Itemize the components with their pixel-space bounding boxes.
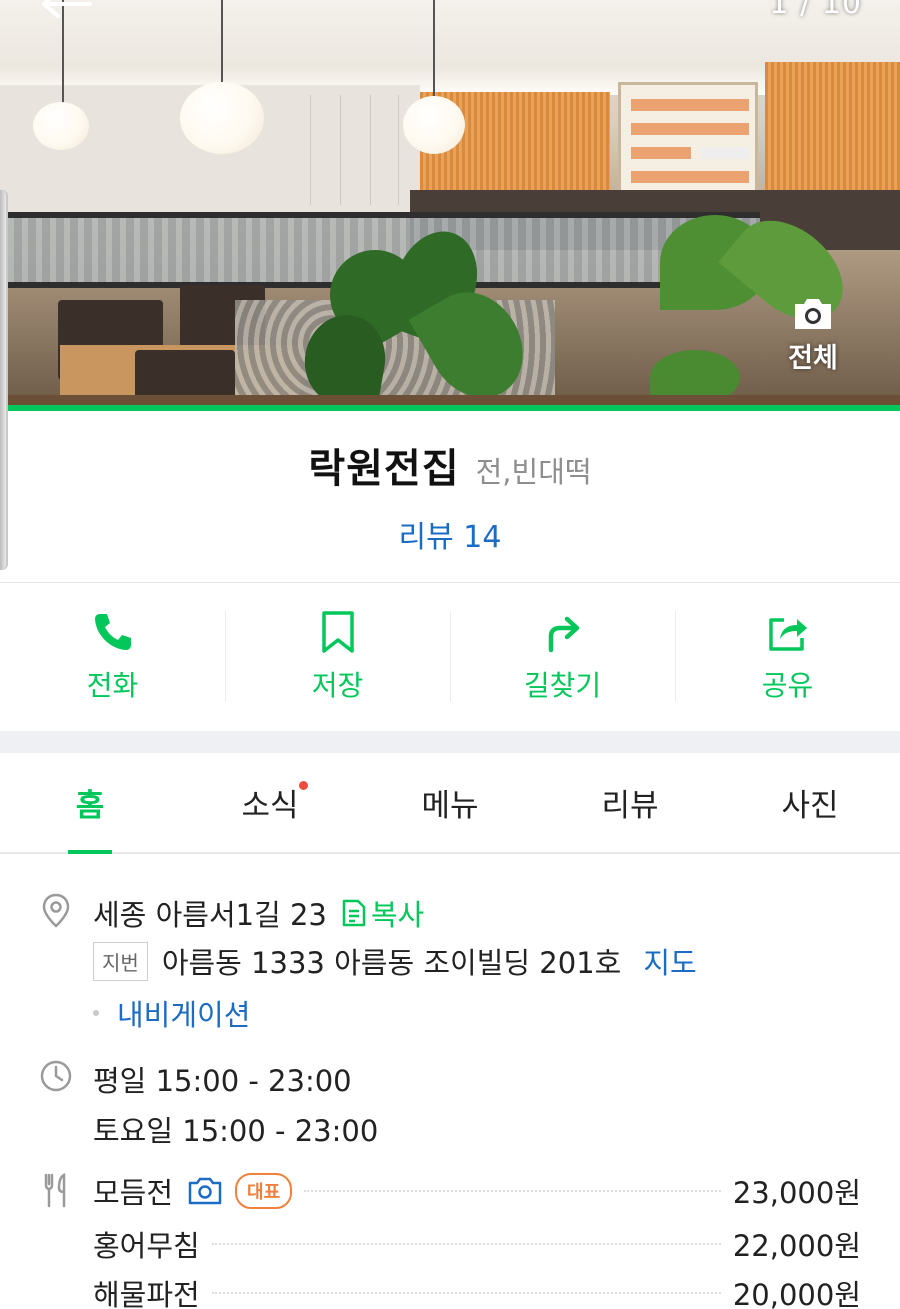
lot-address-row: 지번 아름동 1333 아름동 조이빌딩 201호 지도 bbox=[93, 940, 697, 982]
tab-photos[interactable]: 사진 bbox=[720, 753, 900, 852]
menu-item-name: 모듬전 bbox=[93, 1176, 174, 1210]
tab-bar: 홈 소식 메뉴 리뷰 사진 bbox=[0, 753, 900, 854]
place-name: 락원전집 bbox=[308, 446, 460, 492]
lot-address: 아름동 1333 아름동 조이빌딩 201호 bbox=[161, 946, 622, 980]
place-photo[interactable]: 1 / 10 전체 bbox=[0, 0, 900, 408]
menu-item-price: 23,000원 bbox=[732, 1176, 861, 1210]
phone-icon bbox=[94, 613, 131, 650]
representative-badge: 대표 bbox=[235, 1173, 293, 1209]
new-indicator-dot bbox=[299, 781, 308, 790]
all-photos-button[interactable]: 전체 bbox=[768, 296, 858, 375]
photo-counter: 1 / 10 bbox=[769, 0, 862, 21]
location-pin-icon bbox=[42, 893, 70, 928]
bookmark-icon bbox=[321, 610, 354, 653]
lot-address-badge: 지번 bbox=[93, 941, 148, 981]
tab-menu[interactable]: 메뉴 bbox=[360, 753, 540, 852]
photo-bottom-accent bbox=[0, 405, 900, 411]
menu-item-name: 해물파전 bbox=[93, 1278, 200, 1309]
photo-icon bbox=[188, 1177, 222, 1205]
save-button[interactable]: 저장 bbox=[225, 583, 450, 730]
copy-label: 복사 bbox=[370, 898, 425, 932]
camera-icon bbox=[795, 299, 831, 329]
tab-home[interactable]: 홈 bbox=[0, 753, 180, 854]
action-bar: 전화 저장 길찾기 공유 bbox=[0, 583, 900, 730]
pendant-lamp bbox=[33, 102, 89, 150]
place-category: 전,빈대떡 bbox=[475, 455, 592, 489]
tab-news[interactable]: 소식 bbox=[180, 753, 360, 852]
call-label: 전화 bbox=[86, 668, 139, 702]
navigation-link[interactable]: 내비게이션 bbox=[117, 992, 250, 1034]
menu-item[interactable]: 모듬전 대표 23,000원 bbox=[93, 1170, 861, 1212]
review-count-link[interactable]: 리뷰 14 bbox=[399, 512, 502, 556]
menu-item[interactable]: 홍어무침 22,000원 bbox=[93, 1223, 861, 1265]
bullet bbox=[93, 1010, 99, 1016]
directions-button[interactable]: 길찾기 bbox=[450, 583, 675, 730]
share-label: 공유 bbox=[761, 668, 814, 702]
save-label: 저장 bbox=[311, 668, 364, 702]
road-address: 세종 아름서1길 23 bbox=[93, 898, 327, 932]
menu-item-price: 22,000원 bbox=[732, 1229, 861, 1263]
tab-reviews[interactable]: 리뷰 bbox=[540, 753, 720, 852]
map-link[interactable]: 지도 bbox=[643, 940, 696, 982]
tab-news-label: 소식 bbox=[241, 788, 299, 824]
navigation-row: 내비게이션 bbox=[93, 992, 250, 1034]
directions-icon bbox=[548, 616, 579, 652]
all-photos-label: 전체 bbox=[788, 343, 838, 374]
menu-item-name: 홍어무침 bbox=[93, 1229, 200, 1263]
copy-address-button[interactable]: 복사 bbox=[341, 892, 424, 934]
road-address-row: 세종 아름서1길 23 복사 bbox=[93, 892, 424, 934]
directions-label: 길찾기 bbox=[523, 668, 602, 702]
hours-weekday: 평일 15:00 - 23:00 bbox=[93, 1064, 352, 1098]
call-button[interactable]: 전화 bbox=[0, 583, 225, 730]
menu-item[interactable]: 해물파전 20,000원 bbox=[93, 1272, 861, 1309]
fork-knife-icon bbox=[44, 1172, 66, 1208]
share-icon bbox=[768, 617, 807, 651]
clock-icon bbox=[40, 1060, 72, 1092]
copy-icon bbox=[342, 899, 366, 927]
place-title-block: 락원전집 전,빈대떡 리뷰 14 bbox=[0, 436, 900, 556]
pendant-lamp bbox=[180, 82, 264, 154]
menu-item-price: 20,000원 bbox=[732, 1278, 861, 1309]
section-separator bbox=[0, 731, 900, 753]
pendant-lamp bbox=[403, 96, 465, 154]
share-button[interactable]: 공유 bbox=[675, 583, 900, 730]
back-arrow-icon[interactable] bbox=[40, 0, 92, 26]
hours-saturday: 토요일 15:00 - 23:00 bbox=[93, 1114, 379, 1148]
